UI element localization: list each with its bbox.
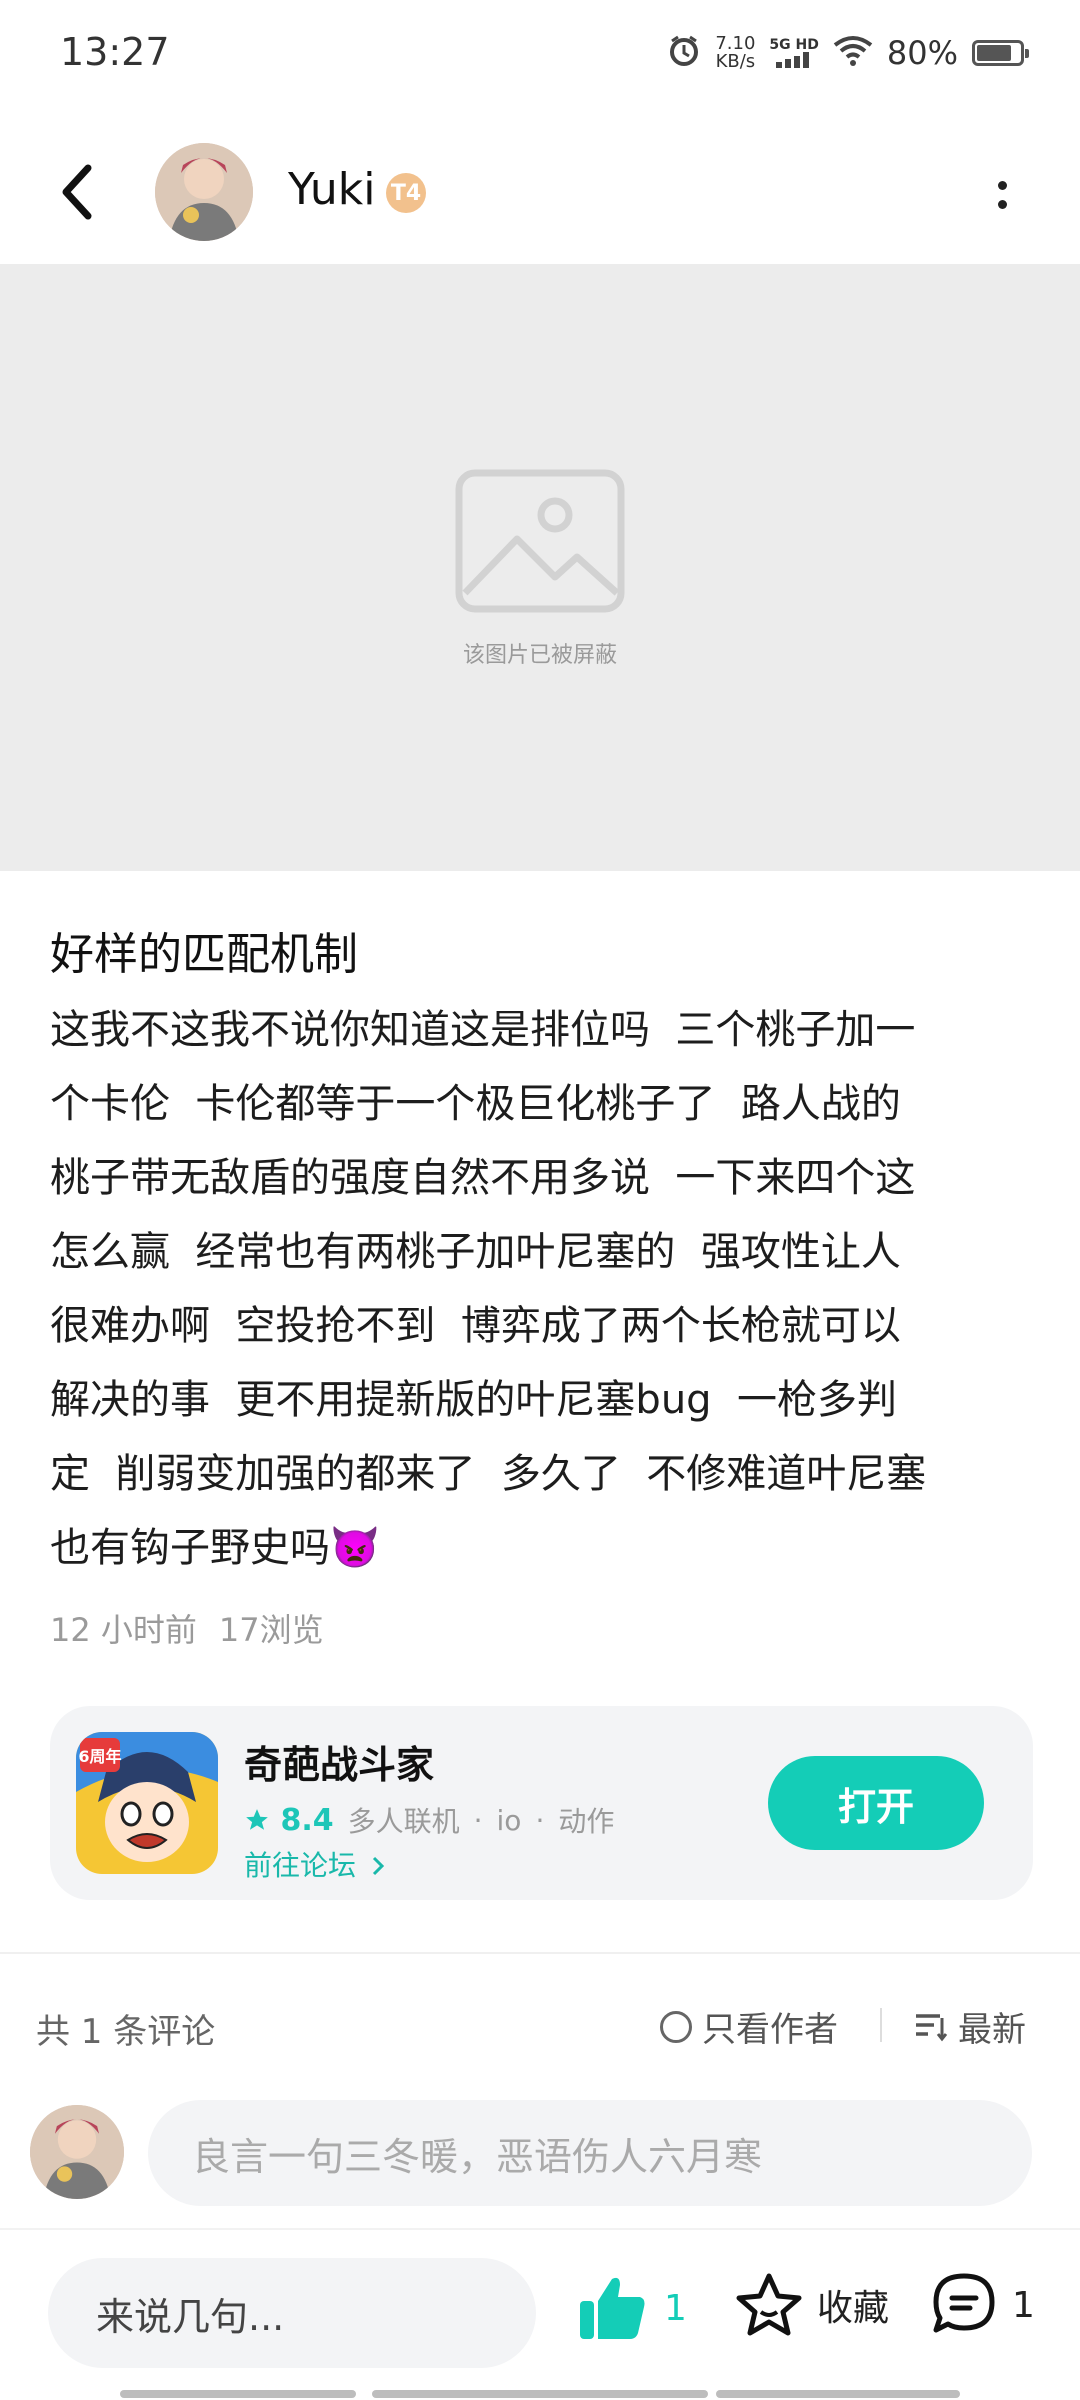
rating-value: 8.4 — [280, 1802, 334, 1838]
battery-icon — [972, 40, 1029, 66]
nav-indicator — [372, 2390, 708, 2398]
more-dot-icon — [997, 200, 1007, 209]
favorite-label: 收藏 — [817, 2288, 890, 2329]
post-time: 12 小时前 — [50, 1611, 197, 1649]
game-tag: io — [496, 1803, 522, 1837]
sort-button[interactable]: 最新 — [914, 2002, 1026, 2051]
battery-percent: 80% — [886, 34, 958, 72]
more-options-button[interactable] — [982, 170, 1022, 220]
status-icons: 7.10 KB/s 5G HD 80% — [667, 34, 1029, 72]
game-info: 8.4 多人联机 · io · 动作 — [244, 1800, 614, 1840]
comment-bubble-icon — [933, 2273, 995, 2333]
author-name[interactable]: Yuki — [288, 164, 375, 215]
more-dot-icon — [997, 181, 1007, 190]
sort-icon — [916, 2013, 948, 2041]
signal-bars-icon — [776, 52, 810, 68]
cell-signal: 5G HD — [769, 37, 819, 68]
image-placeholder-icon — [455, 469, 625, 613]
alarm-icon — [667, 34, 701, 72]
comment-input[interactable]: 良言一句三冬暖，恶语伤人六月寒 — [148, 2100, 1032, 2206]
favorite-button[interactable]: 收藏 — [735, 2272, 889, 2338]
anniversary-badge: 6周年 — [78, 1747, 121, 1766]
back-button[interactable] — [50, 152, 110, 232]
forum-link-label: 前往论坛 — [244, 1849, 357, 1882]
post-views: 17浏览 — [218, 1611, 324, 1649]
game-name[interactable]: 奇葩战斗家 — [244, 1734, 434, 1789]
game-card[interactable]: 6周年 奇葩战斗家 8.4 多人联机 · io · 动作 前往论坛 打开 — [50, 1706, 1033, 1900]
level-badge: T4 — [386, 173, 426, 213]
bottom-divider — [0, 2228, 1080, 2230]
net-speed-unit: KB/s — [715, 51, 756, 72]
nav-indicator — [120, 2390, 356, 2398]
section-divider — [0, 1952, 1080, 1954]
comment-count: 共 1 条评论 — [36, 2012, 216, 2052]
dot-separator: · — [473, 1803, 483, 1837]
like-count: 1 — [664, 2287, 687, 2329]
network-speed: 7.10 KB/s — [715, 35, 755, 71]
game-tag: 多人联机 — [347, 1805, 460, 1838]
comment-count-badge: 1 — [1012, 2284, 1035, 2326]
wifi-icon — [833, 35, 873, 71]
signal-label: 5G HD — [769, 37, 819, 53]
author-avatar[interactable] — [155, 143, 253, 241]
comments-button[interactable]: 1 — [930, 2272, 1035, 2338]
nav-indicator — [716, 2390, 960, 2398]
game-rating: 8.4 — [244, 1803, 334, 1838]
star-icon — [246, 1808, 268, 1830]
vertical-separator — [880, 2008, 882, 2042]
sort-label: 最新 — [958, 2010, 1026, 2050]
chevron-left-icon — [62, 164, 92, 220]
author-only-label: 只看作者 — [702, 2010, 838, 2050]
game-icon[interactable]: 6周年 — [76, 1732, 218, 1874]
post-title: 好样的匹配机制 — [50, 929, 358, 980]
star-outline-icon — [736, 2273, 802, 2336]
author-only-toggle[interactable]: 只看作者 — [660, 2002, 838, 2051]
blocked-image-caption: 该图片已被屏蔽 — [462, 643, 617, 668]
post-meta: 12 小时前 17浏览 — [50, 1605, 324, 1651]
blocked-image[interactable]: 该图片已被屏蔽 — [0, 264, 1080, 871]
radio-circle-icon — [660, 2010, 692, 2043]
like-button[interactable]: 1 — [578, 2275, 687, 2341]
reply-input[interactable]: 来说几句... — [48, 2258, 536, 2368]
chevron-right-icon — [372, 1856, 385, 1876]
open-game-button[interactable]: 打开 — [768, 1756, 984, 1850]
post-body: 这我不这我不说你知道这是排位吗 三个桃子加一 个卡伦 卡伦都等于一个极巨化桃子了… — [50, 1007, 927, 1571]
status-time: 13:27 — [60, 30, 170, 74]
dot-separator: · — [535, 1803, 545, 1837]
forum-link[interactable]: 前往论坛 — [244, 1844, 387, 1884]
user-avatar[interactable] — [30, 2105, 124, 2199]
game-tag: 动作 — [558, 1805, 615, 1838]
thumbs-up-icon — [580, 2277, 645, 2339]
